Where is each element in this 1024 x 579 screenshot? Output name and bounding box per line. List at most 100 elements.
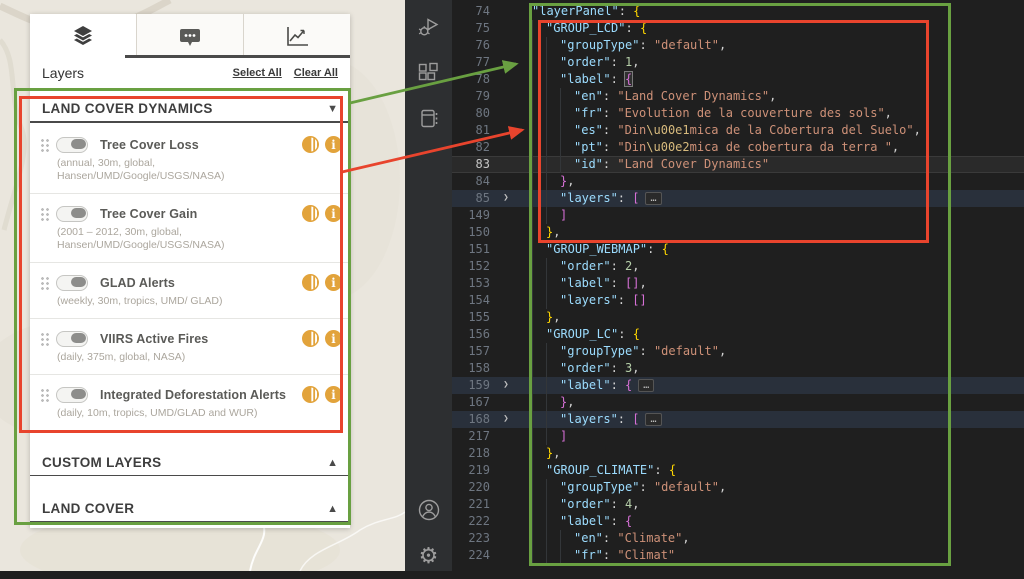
group-header-custom-layers[interactable]: CUSTOM LAYERS ▲	[30, 442, 350, 476]
tab-underline	[125, 55, 350, 58]
token: ,	[567, 174, 574, 188]
settings-gear-icon[interactable]: ⚙	[405, 533, 452, 579]
indent-guide	[532, 479, 533, 496]
token: ,	[632, 497, 639, 511]
fold-chevron-icon[interactable]: ❯	[494, 190, 518, 207]
code-line[interactable]: 220"groupType": "default",	[452, 479, 1024, 496]
token: :	[654, 463, 668, 477]
code-line[interactable]: 217]	[452, 428, 1024, 445]
code-line[interactable]: 157"groupType": "default",	[452, 343, 1024, 360]
code-line[interactable]: 84},	[452, 173, 1024, 190]
code-text: "GROUP_LCD": {	[518, 20, 647, 37]
gutter-space	[494, 20, 518, 37]
layer-toggle[interactable]	[56, 275, 88, 291]
code-line[interactable]: 223"en": "Climate",	[452, 530, 1024, 547]
code-line[interactable]: 221"order": 4,	[452, 496, 1024, 513]
layer-item: Tree Cover Gaini(2001 – 2012, 30m, globa…	[30, 194, 350, 263]
code-line[interactable]: 150},	[452, 224, 1024, 241]
layer-meta: (weekly, 30m, tropics, UMD/ GLAD)	[57, 295, 342, 308]
code-content: "es": "Din\u00e1mica de la Cobertura del…	[518, 122, 1024, 139]
group-header-land-cover[interactable]: LAND COVER ▲	[30, 488, 350, 522]
code-line[interactable]: 77"order": 1,	[452, 54, 1024, 71]
code-line[interactable]: 153"label": [],	[452, 275, 1024, 292]
layer-toggle[interactable]	[56, 206, 88, 222]
fold-chevron-icon[interactable]: ❯	[494, 411, 518, 428]
code-line[interactable]: 85❯"layers": […	[452, 190, 1024, 207]
token: {	[662, 242, 669, 256]
legend-icon[interactable]	[302, 386, 319, 403]
tab-comments[interactable]	[136, 14, 243, 58]
select-all-link[interactable]: Select All	[233, 67, 282, 79]
code-line[interactable]: 154"layers": []	[452, 292, 1024, 309]
info-icon[interactable]: i	[325, 205, 342, 222]
token: ,	[632, 55, 639, 69]
tab-analysis[interactable]	[243, 14, 350, 58]
folded-ellipsis[interactable]: …	[645, 192, 661, 205]
code-line[interactable]: 81"es": "Din\u00e1mica de la Cobertura d…	[452, 122, 1024, 139]
code-line[interactable]: 167},	[452, 394, 1024, 411]
notebook-icon[interactable]	[405, 96, 452, 142]
account-icon[interactable]	[405, 487, 452, 533]
code-text: "label": {…	[518, 377, 654, 394]
indent-guide	[532, 241, 533, 258]
legend-icon[interactable]	[302, 274, 319, 291]
code-line[interactable]: 158"order": 3,	[452, 360, 1024, 377]
info-icon[interactable]: i	[325, 330, 342, 347]
code-line[interactable]: 151"GROUP_WEBMAP": {	[452, 241, 1024, 258]
folded-ellipsis[interactable]: …	[645, 413, 661, 426]
code-line[interactable]: 75"GROUP_LCD": {	[452, 20, 1024, 37]
group-header-land-cover-dynamics[interactable]: LAND COVER DYNAMICS ▼	[30, 88, 350, 123]
drag-handle-icon[interactable]	[40, 331, 50, 346]
line-number: 157	[452, 343, 494, 360]
code-line[interactable]: 78"label": {	[452, 71, 1024, 88]
code-line[interactable]: 224"fr": "Climat"	[452, 547, 1024, 564]
layer-toggle[interactable]	[56, 331, 88, 347]
drag-handle-icon[interactable]	[40, 137, 50, 152]
token: ,	[553, 310, 560, 324]
code-line[interactable]: 82"pt": "Din\u00e2mica de cobertura da t…	[452, 139, 1024, 156]
gutter-space	[494, 224, 518, 241]
code-line[interactable]: 83"id": "Land Cover Dynamics"	[452, 156, 1024, 173]
tab-layers[interactable]	[30, 14, 136, 58]
code-line[interactable]: 218},	[452, 445, 1024, 462]
info-icon[interactable]: i	[325, 136, 342, 153]
extensions-icon[interactable]	[405, 50, 452, 96]
code-text: "GROUP_LC": {	[518, 326, 640, 343]
gutter-space	[494, 54, 518, 71]
token: ]	[560, 429, 567, 443]
info-icon[interactable]: i	[325, 386, 342, 403]
line-number: 84	[452, 173, 494, 190]
clear-all-link[interactable]: Clear All	[294, 67, 338, 79]
run-and-debug-icon[interactable]	[405, 4, 452, 50]
code-line[interactable]: 80"fr": "Evolution de la couverture des …	[452, 105, 1024, 122]
token: [	[632, 412, 639, 426]
drag-handle-icon[interactable]	[40, 206, 50, 221]
layer-toggle[interactable]	[56, 387, 88, 403]
code-line[interactable]: 159❯"label": {…	[452, 377, 1024, 394]
layer-toggle[interactable]	[56, 137, 88, 153]
code-line[interactable]: 222"label": {	[452, 513, 1024, 530]
token: {	[633, 4, 640, 18]
code-line[interactable]: 152"order": 2,	[452, 258, 1024, 275]
drag-handle-icon[interactable]	[40, 275, 50, 290]
gutter-space	[494, 71, 518, 88]
drag-handle-icon[interactable]	[40, 387, 50, 402]
code-line[interactable]: 155},	[452, 309, 1024, 326]
info-icon[interactable]: i	[325, 274, 342, 291]
code-line[interactable]: 168❯"layers": […	[452, 411, 1024, 428]
code-text: ]	[518, 207, 567, 224]
code-line[interactable]: 79"en": "Land Cover Dynamics",	[452, 88, 1024, 105]
code-line[interactable]: 156"GROUP_LC": {	[452, 326, 1024, 343]
code-editor: 74"layerPanel": {75"GROUP_LCD": {76"grou…	[452, 0, 1024, 571]
legend-icon[interactable]	[302, 136, 319, 153]
token: :	[647, 242, 661, 256]
legend-icon[interactable]	[302, 205, 319, 222]
token: "Land Cover Dynamics"	[617, 157, 769, 171]
legend-icon[interactable]	[302, 330, 319, 347]
code-line[interactable]: 219"GROUP_CLIMATE": {	[452, 462, 1024, 479]
code-line[interactable]: 76"groupType": "default",	[452, 37, 1024, 54]
code-line[interactable]: 149]	[452, 207, 1024, 224]
fold-chevron-icon[interactable]: ❯	[494, 377, 518, 394]
folded-ellipsis[interactable]: …	[638, 379, 654, 392]
code-line[interactable]: 74"layerPanel": {	[452, 3, 1024, 20]
